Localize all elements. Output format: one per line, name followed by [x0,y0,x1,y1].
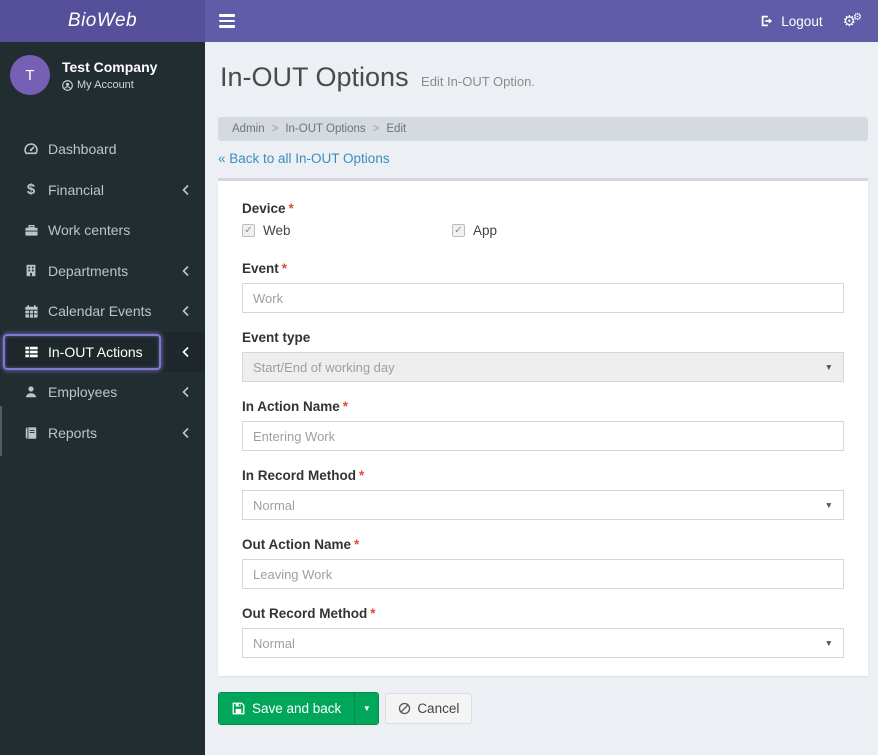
ban-icon [398,702,411,715]
out-action-name-input[interactable] [242,559,844,589]
out-record-method-value: Normal [253,635,295,651]
sidebar-item-label: Dashboard [48,141,117,158]
out-record-method-select[interactable]: Normal ▼ [242,628,844,658]
checkbox-app[interactable]: ✓ App [452,223,662,238]
breadcrumb-in-out-options[interactable]: In-OUT Options [285,123,365,135]
edit-form-panel: Device* ✓ Web ✓ App Event* Event type [218,178,868,676]
sidebar-item-label: Financial [48,181,105,198]
device-label: Device * [242,201,294,216]
briefcase-icon [16,223,46,238]
sidebar: T Test Company My Account Dashboard $ Fi… [0,42,205,755]
form-actions: Save and back ▼ Cancel [205,676,878,725]
page-subtitle: Edit In-OUT Option. [421,74,535,89]
chevron-left-icon [182,305,190,317]
sidebar-scroll-hint [0,406,2,456]
chevron-left-icon [182,386,190,398]
in-record-method-label: In Record Method * [242,468,365,483]
logout-icon [760,14,774,28]
brand-logo[interactable]: BioWeb [0,0,205,42]
checkbox-web[interactable]: ✓ Web [242,223,452,238]
sidebar-item-label: Employees [48,384,118,401]
navbar: Logout ⚙ ⚙ [205,0,878,42]
user-panel: T Test Company My Account [0,42,205,107]
cancel-label: Cancel [417,701,460,716]
sidebar-toggle-button[interactable] [205,0,249,42]
in-action-name-input[interactable] [242,421,844,451]
sidebar-item-departments[interactable]: Departments [0,251,205,292]
building-icon [16,263,46,278]
sidebar-item-work-centers[interactable]: Work centers [0,210,205,251]
top-header: BioWeb Logout ⚙ ⚙ [0,0,878,42]
sidebar-item-dashboard[interactable]: Dashboard [0,129,205,170]
event-input[interactable] [242,283,844,313]
in-record-method-value: Normal [253,497,295,513]
list-icon [16,345,46,359]
dollar-icon: $ [26,181,36,199]
in-record-method-select[interactable]: Normal ▼ [242,490,844,520]
select-arrow-icon: ▼ [824,638,833,648]
logout-button[interactable]: Logout [746,0,836,42]
breadcrumb: Admin > In-OUT Options > Edit [218,117,868,141]
my-account-label: My Account [77,79,134,91]
save-and-back-button[interactable]: Save and back [219,693,355,724]
sidebar-item-label: Calendar Events [48,303,152,320]
sidebar-item-label: Work centers [48,222,131,239]
sidebar-menu: Dashboard $ Financial Work centers Depar… [0,129,205,453]
cancel-button[interactable]: Cancel [385,693,473,724]
settings-button[interactable]: ⚙ ⚙ [837,0,878,42]
event-type-value: Start/End of working day [253,359,395,375]
sidebar-item-in-out-actions[interactable]: In-OUT Actions [0,331,205,372]
book-icon [16,426,46,440]
sidebar-item-reports[interactable]: Reports [0,413,205,454]
main-content: In-OUT Options Edit In-OUT Option. Admin… [205,42,878,755]
checkbox-web-box[interactable]: ✓ [242,224,255,237]
out-record-method-label: Out Record Method * [242,606,376,621]
logout-label: Logout [781,13,823,29]
save-and-back-label: Save and back [252,701,342,716]
sidebar-item-label: In-OUT Actions [48,343,143,360]
avatar: T [10,55,50,95]
save-dropdown-toggle[interactable]: ▼ [354,693,379,724]
breadcrumb-admin[interactable]: Admin [232,123,265,135]
event-type-label: Event type [242,330,311,345]
sidebar-item-employees[interactable]: Employees [0,372,205,413]
page-title: In-OUT Options [220,62,409,92]
checkbox-app-label: App [473,223,498,238]
in-action-name-label: In Action Name * [242,399,349,414]
event-label: Event * [242,261,288,276]
device-options: ✓ Web ✓ App [242,223,844,238]
save-split-button: Save and back ▼ [218,692,380,725]
out-action-name-label: Out Action Name * [242,537,360,552]
company-name: Test Company [62,59,158,75]
user-icon [16,385,46,399]
chevron-left-icon [182,427,190,439]
chevron-left-icon [182,184,190,196]
select-arrow-icon: ▼ [824,500,833,510]
calendar-icon [16,304,46,319]
sidebar-item-calendar-events[interactable]: Calendar Events [0,291,205,332]
chevron-left-icon [182,346,190,358]
sidebar-item-financial[interactable]: $ Financial [0,170,205,211]
chevron-left-icon [182,265,190,277]
event-type-select: Start/End of working day ▼ [242,352,844,382]
breadcrumb-edit: Edit [386,123,407,135]
gears-icon-small: ⚙ [853,11,862,23]
sidebar-item-label: Reports [48,424,98,441]
user-circle-icon [62,79,73,91]
caret-down-icon: ▼ [362,704,371,713]
hamburger-icon [219,14,235,17]
checkbox-web-label: Web [263,223,291,238]
sidebar-item-label: Departments [48,262,129,279]
back-to-list-link[interactable]: « Back to all In-OUT Options [218,151,868,166]
my-account-link[interactable]: My Account [62,79,157,91]
floppy-disk-icon [232,702,245,715]
checkbox-app-box[interactable]: ✓ [452,224,465,237]
select-arrow-icon: ▼ [824,362,833,372]
dashboard-gauge-icon [16,141,46,157]
